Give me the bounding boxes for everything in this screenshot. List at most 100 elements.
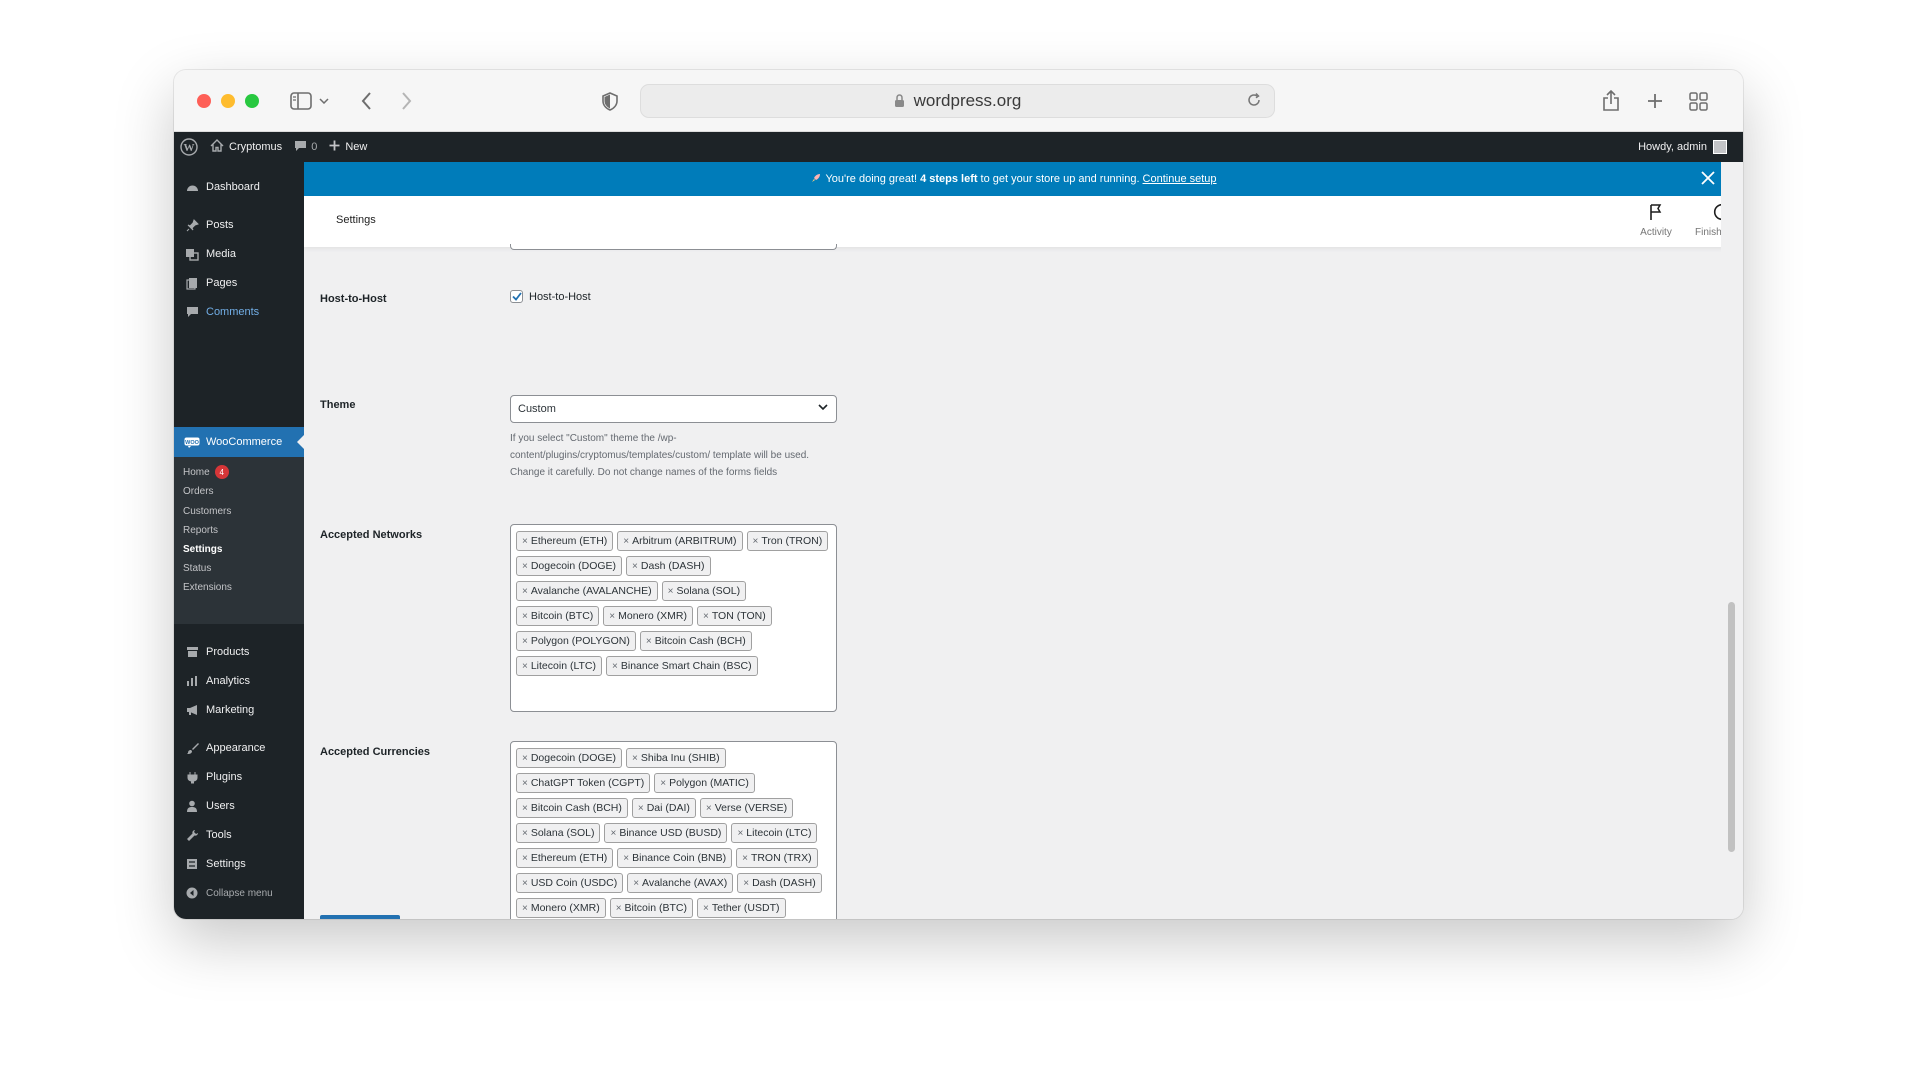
- remove-tag-icon[interactable]: ×: [638, 803, 644, 814]
- remove-tag-icon[interactable]: ×: [522, 878, 528, 889]
- sidebar-toggle-icon[interactable]: [288, 86, 314, 116]
- new-content-link[interactable]: New: [323, 132, 373, 162]
- tab-overview-icon[interactable]: [1687, 86, 1709, 116]
- minimize-window-button[interactable]: [221, 94, 235, 108]
- sidebar-item-dashboard[interactable]: Dashboard: [174, 172, 304, 202]
- submenu-item-extensions[interactable]: Extensions: [183, 578, 232, 596]
- site-name-link[interactable]: Cryptomus: [204, 132, 288, 162]
- remove-tag-icon[interactable]: ×: [632, 561, 638, 572]
- sidebar-item-users[interactable]: Users: [174, 791, 304, 821]
- accepted-currencies-multiselect[interactable]: × Dogecoin (DOGE) × Shiba Inu (SHIB) × ChatGP…: [510, 741, 837, 919]
- sidebar-item-analytics[interactable]: Analytics: [174, 666, 304, 696]
- my-account-link[interactable]: Howdy, admin: [1638, 140, 1743, 154]
- comment-bubble-icon: [178, 306, 206, 318]
- remove-tag-icon[interactable]: ×: [610, 828, 616, 839]
- remove-tag-icon[interactable]: ×: [632, 753, 638, 764]
- selected-tag: × Binance USD (BUSD): [604, 823, 728, 843]
- selected-tag: × Polygon (MATIC): [654, 773, 755, 793]
- sidebar-item-label: Tools: [206, 829, 232, 841]
- current-menu-arrow: [297, 435, 304, 449]
- remove-tag-icon[interactable]: ×: [522, 803, 528, 814]
- reload-icon[interactable]: [1246, 92, 1262, 108]
- sidebar-item-tools[interactable]: Tools: [174, 820, 304, 850]
- remove-tag-icon[interactable]: ×: [522, 903, 528, 914]
- close-window-button[interactable]: [197, 94, 211, 108]
- submenu-item-settings[interactable]: Settings: [183, 540, 222, 558]
- submenu-item-reports[interactable]: Reports: [183, 521, 218, 539]
- remove-tag-icon[interactable]: ×: [633, 878, 639, 889]
- forward-arrow-icon[interactable]: [396, 86, 416, 116]
- remove-tag-icon[interactable]: ×: [522, 828, 528, 839]
- settings-sliders-icon: [178, 858, 206, 870]
- remove-tag-icon[interactable]: ×: [742, 853, 748, 864]
- remove-tag-icon[interactable]: ×: [522, 636, 528, 647]
- remove-tag-icon[interactable]: ×: [609, 611, 615, 622]
- sidebar-item-plugins[interactable]: Plugins: [174, 762, 304, 792]
- remove-tag-icon[interactable]: ×: [522, 536, 528, 547]
- remove-tag-icon[interactable]: ×: [522, 853, 528, 864]
- shield-icon[interactable]: [600, 86, 620, 116]
- remove-tag-icon[interactable]: ×: [522, 661, 528, 672]
- save-changes-button[interactable]: [320, 915, 400, 919]
- submenu-item-status[interactable]: Status: [183, 559, 211, 577]
- sidebar-item-appearance[interactable]: Appearance: [174, 733, 304, 763]
- comments-link[interactable]: 0: [288, 132, 323, 162]
- activity-button[interactable]: Activity: [1626, 203, 1686, 238]
- remove-tag-icon[interactable]: ×: [623, 853, 629, 864]
- wordpress-logo-icon[interactable]: W: [174, 132, 204, 162]
- chevron-down-icon[interactable]: [318, 86, 330, 116]
- back-arrow-icon[interactable]: [356, 86, 376, 116]
- selected-tag: × Dai (DAI): [631, 798, 696, 818]
- remove-tag-icon[interactable]: ×: [753, 536, 759, 547]
- continue-setup-link[interactable]: Continue setup: [1143, 173, 1217, 185]
- submenu-item-orders[interactable]: Orders: [183, 482, 214, 500]
- page-scrollbar[interactable]: [1721, 162, 1743, 919]
- sidebar-item-comments[interactable]: Comments: [174, 297, 304, 327]
- browser-window: wordpress.org W Cryptomus 0 New Howdy, a…: [174, 70, 1743, 919]
- theme-label: Theme: [320, 399, 356, 411]
- sidebar-item-pages[interactable]: Pages: [174, 268, 304, 298]
- remove-tag-icon[interactable]: ×: [646, 636, 652, 647]
- sidebar-item-marketing[interactable]: Marketing: [174, 695, 304, 725]
- remove-tag-icon[interactable]: ×: [743, 878, 749, 889]
- remove-tag-icon[interactable]: ×: [522, 778, 528, 789]
- sidebar-item-products[interactable]: Products: [174, 637, 304, 667]
- remove-tag-icon[interactable]: ×: [668, 586, 674, 597]
- remove-tag-icon[interactable]: ×: [703, 903, 709, 914]
- tag-label: Tether (USDT): [711, 902, 780, 914]
- sidebar-item-woocommerce[interactable]: WOO WooCommerce: [174, 427, 304, 457]
- tag-label: Dai (DAI): [646, 802, 690, 814]
- remove-tag-icon[interactable]: ×: [522, 753, 528, 764]
- address-bar[interactable]: wordpress.org: [640, 84, 1275, 118]
- new-tab-plus-icon[interactable]: [1644, 86, 1666, 116]
- collapse-menu-button[interactable]: Collapse menu: [174, 878, 304, 908]
- submenu-item-customers[interactable]: Customers: [183, 502, 231, 520]
- remove-tag-icon[interactable]: ×: [703, 611, 709, 622]
- tag-label: Ethereum (ETH): [530, 852, 608, 864]
- share-icon[interactable]: [1600, 86, 1622, 116]
- submenu-item-home[interactable]: Home 4: [183, 463, 229, 481]
- sidebar-item-posts[interactable]: Posts: [174, 210, 304, 240]
- tag-label: Avalanche (AVALANCHE): [530, 585, 652, 597]
- close-icon[interactable]: [1700, 170, 1716, 186]
- notice-text-after: to get your store up and running.: [980, 173, 1140, 185]
- remove-tag-icon[interactable]: ×: [706, 803, 712, 814]
- remove-tag-icon[interactable]: ×: [522, 611, 528, 622]
- selected-tag: × Ethereum (ETH): [516, 848, 614, 868]
- remove-tag-icon[interactable]: ×: [522, 586, 528, 597]
- host-to-host-option[interactable]: Host-to-Host: [510, 290, 591, 303]
- theme-select[interactable]: Custom: [510, 395, 837, 423]
- host-to-host-checkbox[interactable]: [510, 290, 523, 303]
- sidebar-item-media[interactable]: Media: [174, 239, 304, 269]
- remove-tag-icon[interactable]: ×: [737, 828, 743, 839]
- sidebar-item-settings[interactable]: Settings: [174, 849, 304, 879]
- remove-tag-icon[interactable]: ×: [616, 903, 622, 914]
- tag-label: Binance Smart Chain (BSC): [620, 660, 752, 672]
- remove-tag-icon[interactable]: ×: [522, 561, 528, 572]
- accepted-networks-multiselect[interactable]: × Ethereum (ETH) × Arbitrum (ARBITRUM) × Tron…: [510, 524, 837, 712]
- remove-tag-icon[interactable]: ×: [660, 778, 666, 789]
- scrollbar-thumb[interactable]: [1728, 602, 1735, 852]
- remove-tag-icon[interactable]: ×: [612, 661, 618, 672]
- zoom-window-button[interactable]: [245, 94, 259, 108]
- remove-tag-icon[interactable]: ×: [623, 536, 629, 547]
